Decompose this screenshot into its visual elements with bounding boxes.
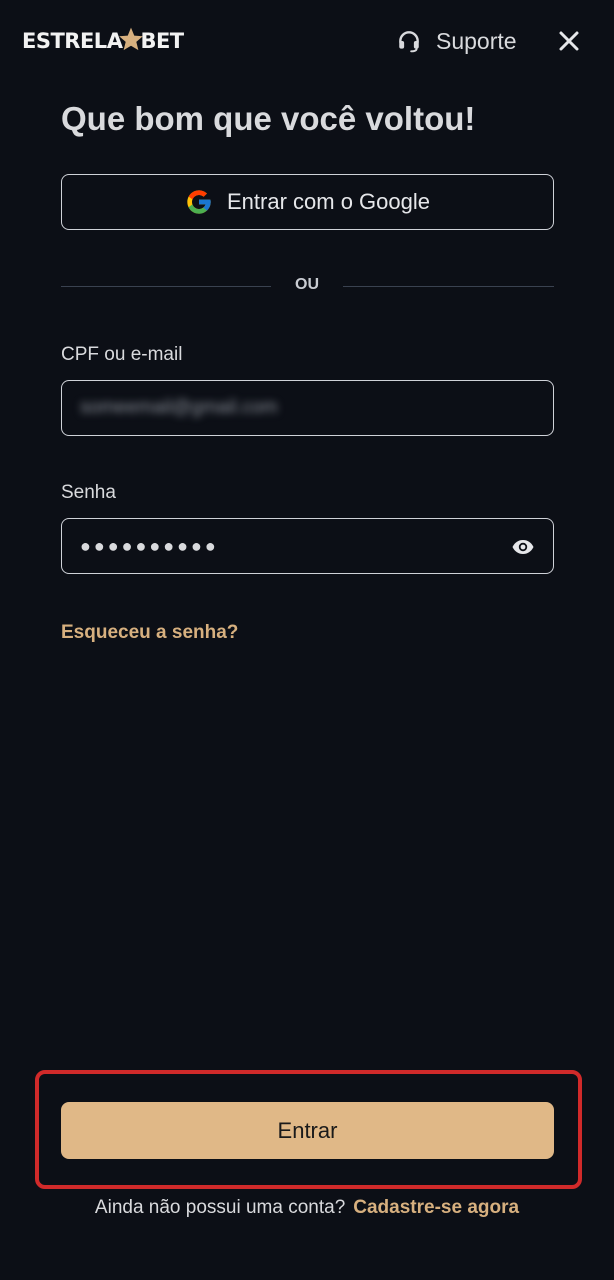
submit-label: Entrar bbox=[277, 1117, 338, 1143]
close-button[interactable] bbox=[552, 24, 586, 58]
divider-line-left bbox=[61, 286, 271, 287]
password-value: ●●●●●●●●●● bbox=[80, 535, 219, 556]
close-icon bbox=[559, 31, 579, 51]
email-field[interactable]: someemail@gmail.com bbox=[61, 380, 554, 436]
login-submit-button[interactable]: Entrar bbox=[61, 1102, 554, 1159]
forgot-password-link[interactable]: Esqueceu a senha? bbox=[61, 622, 238, 644]
page-title: Que bom que você voltou! bbox=[61, 100, 476, 137]
password-field[interactable]: ●●●●●●●●●● bbox=[61, 518, 554, 574]
logo-text-left: ESTRELA bbox=[22, 29, 123, 53]
divider-line-right bbox=[343, 286, 554, 287]
signup-prompt: Ainda não possui uma conta? bbox=[94, 1197, 346, 1218]
brand-logo: ESTRELA BET bbox=[22, 24, 184, 58]
headset-icon bbox=[399, 31, 419, 53]
divider-text: OU bbox=[295, 276, 319, 293]
password-label: Senha bbox=[61, 482, 116, 503]
signup-prompt-row: Ainda não possui uma conta? Cadastre-se a… bbox=[0, 1197, 614, 1219]
email-label: CPF ou e-mail bbox=[61, 344, 183, 365]
signup-link[interactable]: Cadastre-se agora bbox=[353, 1197, 519, 1218]
support-button[interactable]: Suporte bbox=[396, 24, 517, 58]
google-button-label: Entrar com o Google bbox=[227, 189, 430, 214]
support-label: Suporte bbox=[436, 27, 517, 54]
google-login-button[interactable]: Entrar com o Google bbox=[61, 174, 554, 230]
logo-text-right: BET bbox=[140, 29, 184, 53]
eye-icon[interactable] bbox=[511, 535, 535, 559]
google-icon bbox=[187, 190, 211, 214]
email-value: someemail@gmail.com bbox=[80, 397, 278, 418]
